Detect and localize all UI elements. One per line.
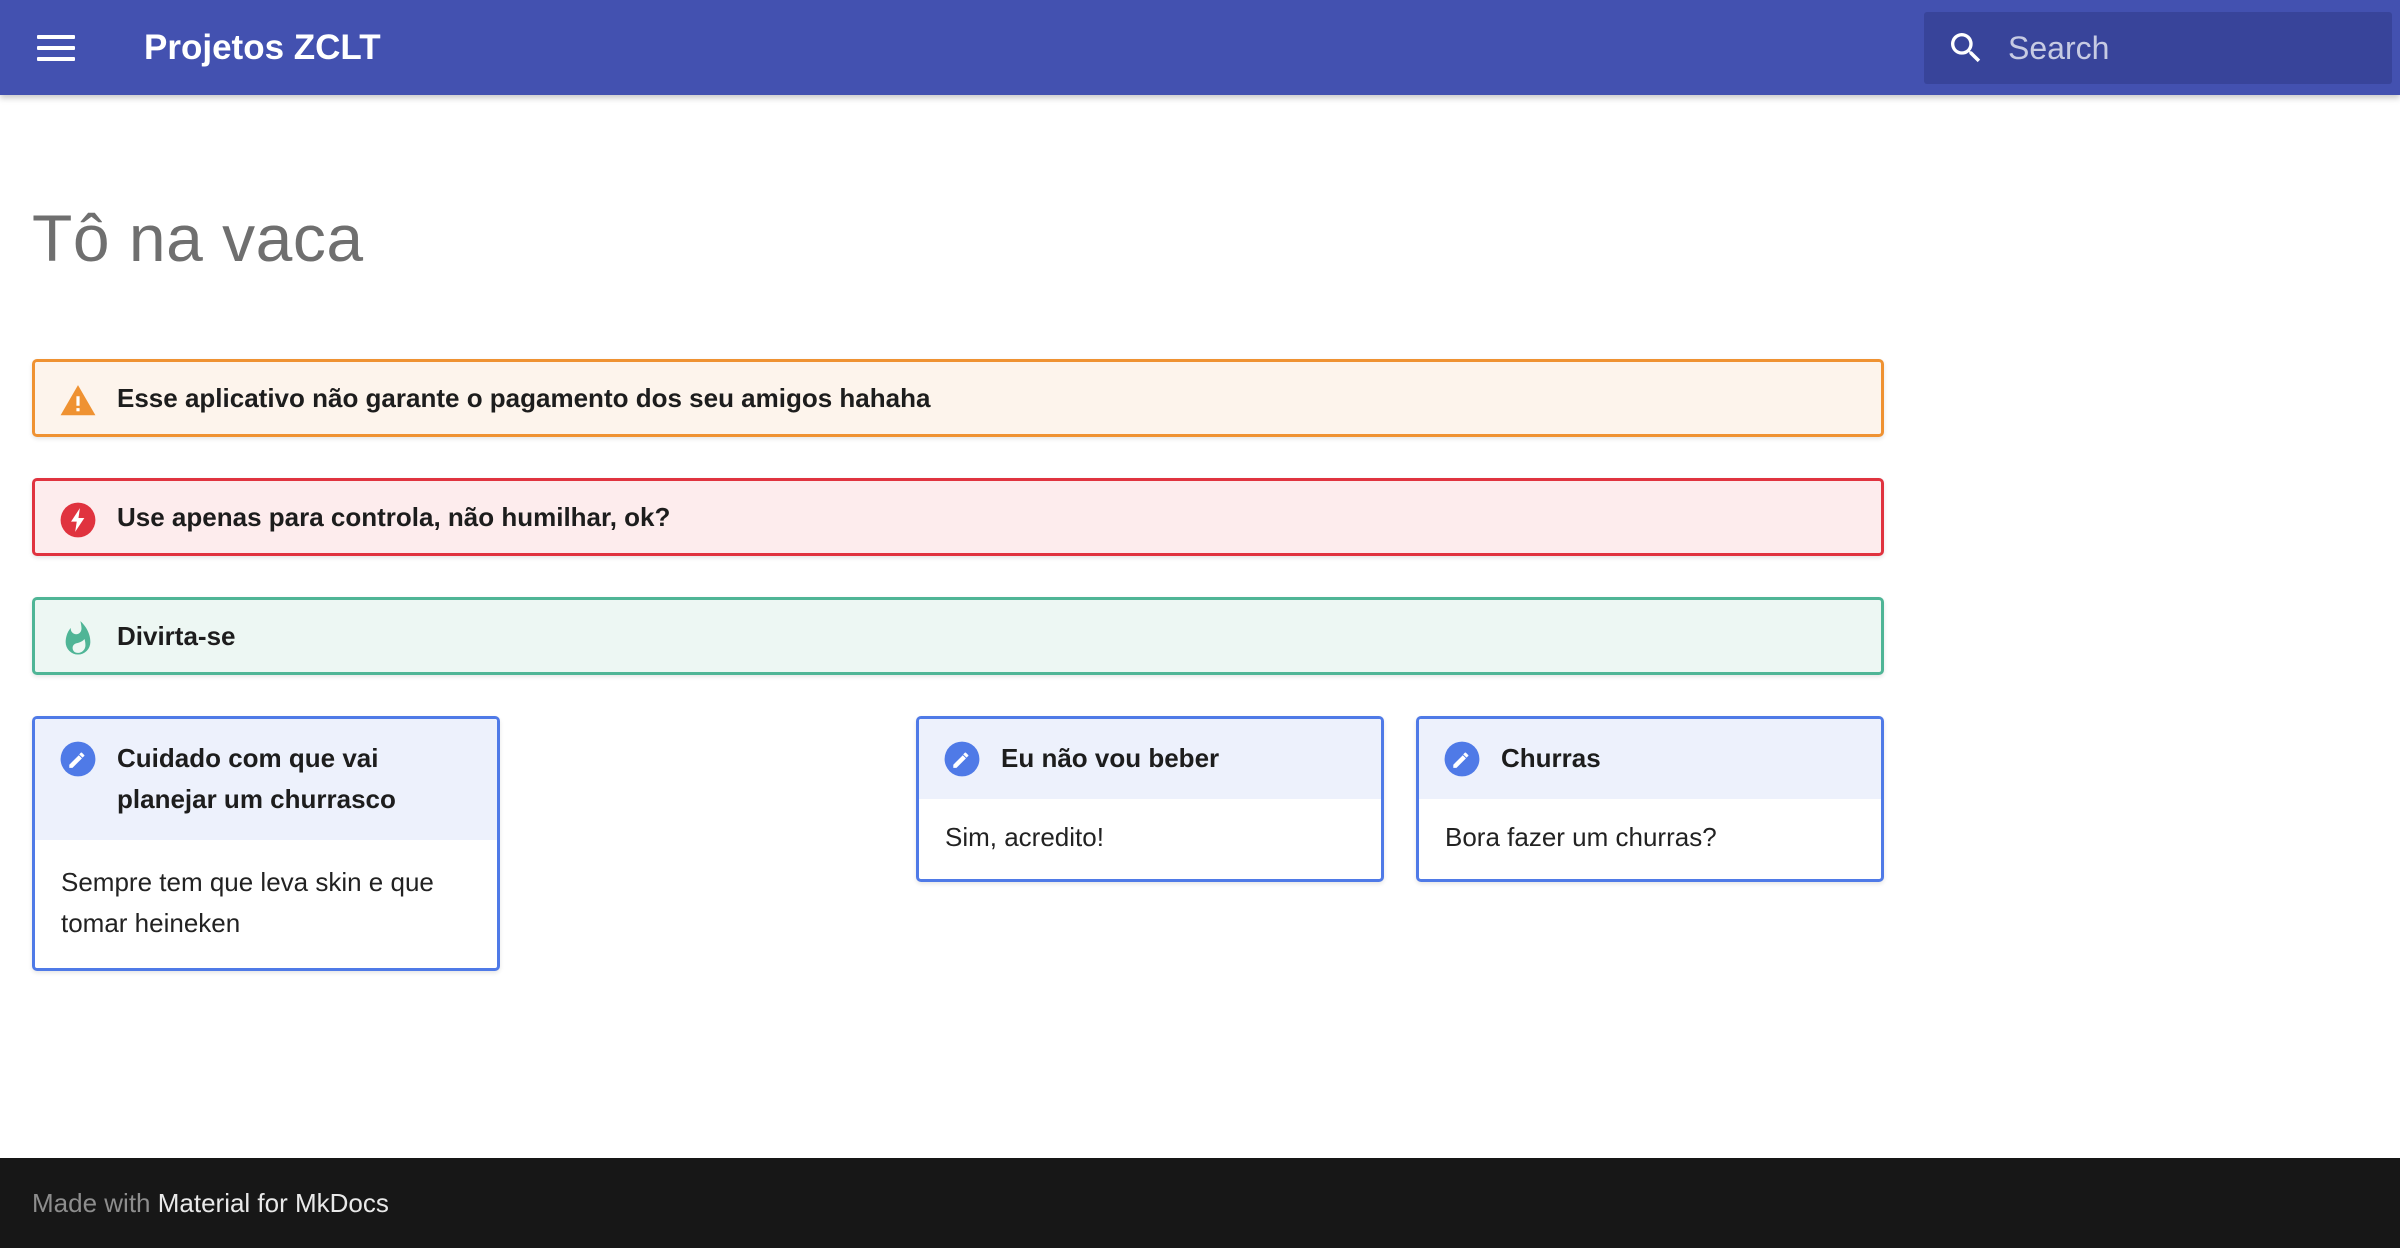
material-for-mkdocs-link[interactable]: Material for MkDocs xyxy=(158,1188,389,1218)
warning-admonition: Esse aplicativo não garante o pagamento … xyxy=(32,359,1884,437)
note-header: Eu não vou beber xyxy=(919,719,1381,799)
note-header: Cuidado com que vai planejar um churrasc… xyxy=(35,719,497,840)
note-title: Cuidado com que vai planejar um churrasc… xyxy=(117,743,396,814)
note-card: Churras Bora fazer um churras? xyxy=(1416,716,1884,882)
lightning-bolt-icon xyxy=(60,502,96,538)
pencil-icon xyxy=(60,741,96,777)
page-title: Tô na vaca xyxy=(32,201,364,275)
warning-title: Esse aplicativo não garante o pagamento … xyxy=(117,383,931,413)
tip-title: Divirta-se xyxy=(117,621,236,651)
danger-title: Use apenas para controla, não humilhar, … xyxy=(117,502,671,532)
site-title[interactable]: Projetos ZCLT xyxy=(144,25,381,71)
danger-admonition: Use apenas para controla, não humilhar, … xyxy=(32,478,1884,556)
pencil-icon xyxy=(1444,741,1480,777)
flame-icon xyxy=(65,621,91,655)
footer: Made with Material for MkDocs xyxy=(0,1158,2400,1248)
footer-prefix: Made with xyxy=(32,1188,158,1218)
search-icon[interactable] xyxy=(1946,28,1986,68)
warning-triangle-icon xyxy=(60,385,96,416)
tip-admonition: Divirta-se xyxy=(32,597,1884,675)
note-header: Churras xyxy=(1419,719,1881,799)
page: Projetos ZCLT Tô na vaca Esse aplicativo… xyxy=(0,0,2400,1248)
note-body: Sim, acredito! xyxy=(945,822,1104,852)
pencil-icon xyxy=(944,741,980,777)
note-body: Bora fazer um churras? xyxy=(1445,822,1717,852)
note-body: Sempre tem que leva skin e que tomar hei… xyxy=(61,867,434,938)
note-title: Churras xyxy=(1501,743,1601,773)
note-card: Eu não vou beber Sim, acredito! xyxy=(916,716,1384,882)
note-title: Eu não vou beber xyxy=(1001,743,1220,773)
search-input[interactable] xyxy=(2008,12,2378,84)
note-card: Cuidado com que vai planejar um churrasc… xyxy=(32,716,500,971)
search-box[interactable] xyxy=(1924,12,2392,84)
hamburger-menu-icon[interactable] xyxy=(34,26,78,70)
top-header: Projetos ZCLT xyxy=(0,0,2400,95)
footer-text: Made with Material for MkDocs xyxy=(32,1184,389,1222)
